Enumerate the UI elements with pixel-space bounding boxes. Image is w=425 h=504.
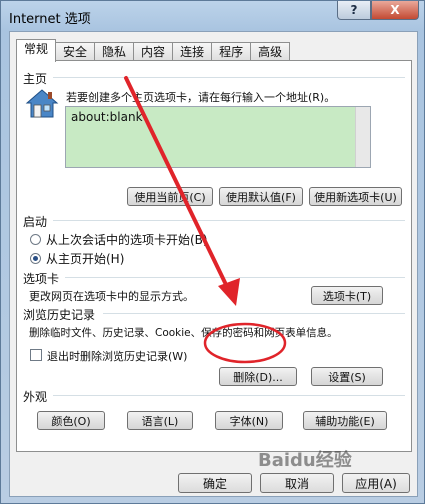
annotation-circle	[203, 322, 287, 364]
annotation-overlay	[124, 76, 287, 364]
tab-general[interactable]: 常规	[16, 39, 57, 62]
annotation-arrow-shaft	[124, 76, 233, 297]
annotation-arrow-head	[218, 278, 240, 306]
